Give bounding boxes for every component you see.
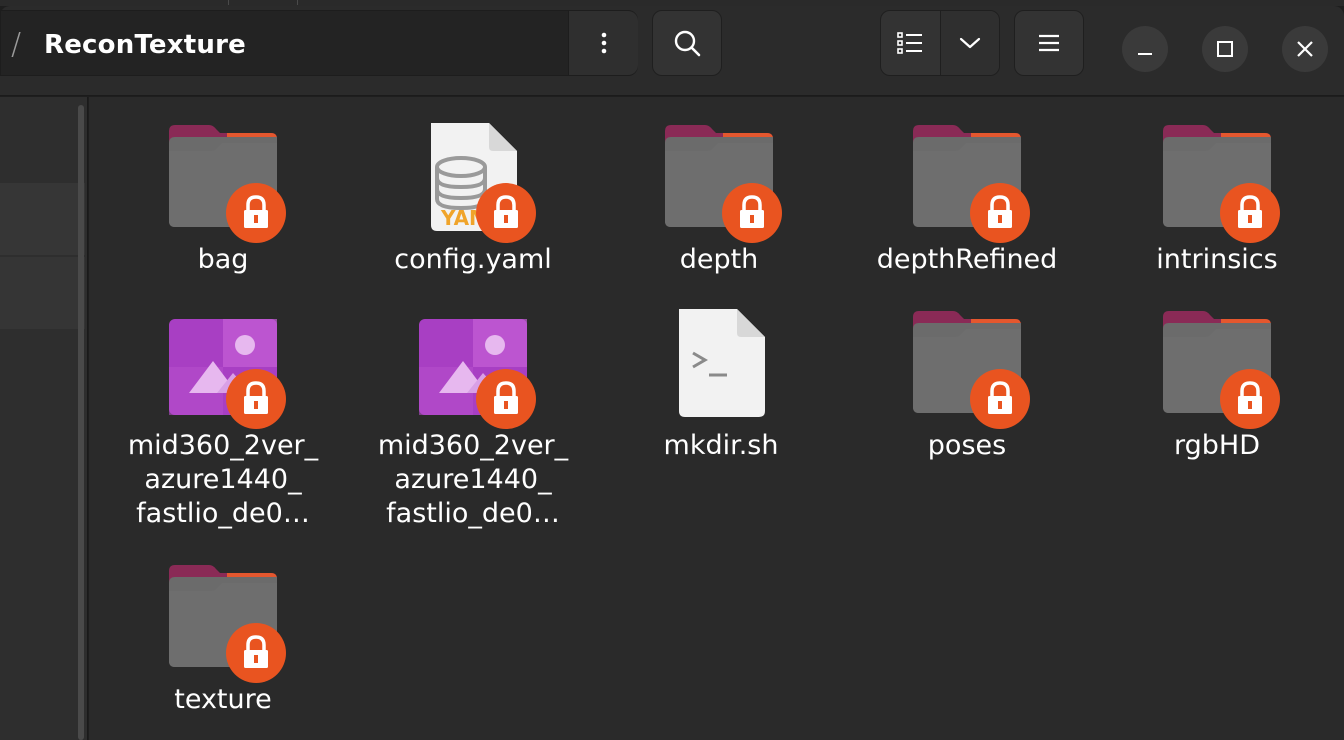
file-item-depth[interactable]: depth [609,121,829,277]
strip-divider [228,0,229,5]
lock-icon [1220,369,1280,429]
list-view-button[interactable] [881,11,940,75]
lock-icon [226,183,286,243]
file-name: intrinsics [1156,244,1278,275]
view-options-button[interactable] [939,11,999,75]
search-icon [674,30,701,57]
file-name: bag [197,244,249,275]
search-button[interactable] [652,10,722,76]
close-icon [1297,41,1313,57]
maximize-icon [1217,41,1233,57]
sidebar [0,97,88,740]
lock-icon [1220,183,1280,243]
list-view-icon [897,32,923,54]
file-item-texture[interactable]: texture [113,561,333,717]
chevron-down-icon [959,37,981,49]
file-name: rgbHD [1174,430,1260,461]
lock-icon [970,369,1030,429]
close-button[interactable] [1282,26,1328,72]
main-menu-button[interactable] [1014,10,1084,76]
file-name-line: mid360_2ver_ [377,430,569,461]
view-toggle-group [880,10,1000,76]
file-item-depthrefined[interactable]: depthRefined [857,121,1077,277]
file-name-line: fastlio_de0… [386,498,560,529]
file-name: mid360_2ver_ azure1440_ fastlio_de0… [113,429,333,531]
minimize-icon [1138,53,1152,55]
file-name-line: fastlio_de0… [136,498,310,529]
file-name: config.yaml [394,244,552,275]
path-menu-button[interactable] [568,11,638,75]
file-item-config-yaml[interactable]: YAML config.yaml [363,121,583,277]
script-file-icon [679,309,765,417]
file-grid: bag YAML config.yaml depth depthRefined … [89,97,1344,740]
file-name: mid360_2ver_ azure1440_ fastlio_de0… [363,429,583,531]
file-item-intrinsics[interactable]: intrinsics [1107,121,1327,277]
lock-icon [476,369,536,429]
file-item-rgbhd[interactable]: rgbHD [1107,307,1327,463]
file-name: texture [174,684,272,715]
file-name: depthRefined [876,244,1058,275]
file-name-line: azure1440_ [144,464,302,495]
file-item-bag[interactable]: bag [113,121,333,277]
file-name: depth [679,244,759,275]
lock-icon [226,623,286,683]
sidebar-item[interactable] [0,183,85,255]
sidebar-item[interactable] [0,257,85,329]
file-name-line: azure1440_ [394,464,552,495]
hamburger-menu-icon [1039,34,1059,52]
file-item-image-1[interactable]: mid360_2ver_ azure1440_ fastlio_de0… [113,307,333,531]
path-separator: / [11,27,22,62]
file-name-line: mid360_2ver_ [127,430,319,461]
file-item-mkdir-sh[interactable]: mkdir.sh [611,307,831,463]
maximize-button[interactable] [1202,26,1248,72]
path-bar[interactable]: / ReconTexture [0,10,638,76]
current-folder-label[interactable]: ReconTexture [44,30,246,60]
file-item-image-2[interactable]: mid360_2ver_ azure1440_ fastlio_de0… [363,307,583,531]
minimize-button[interactable] [1122,26,1168,72]
file-name: poses [927,430,1007,461]
lock-icon [476,183,536,243]
file-item-poses[interactable]: poses [857,307,1077,463]
sidebar-scrollbar[interactable] [78,105,84,740]
lock-icon [226,369,286,429]
lock-icon [722,183,782,243]
lock-icon [970,183,1030,243]
strip-divider [297,0,298,5]
file-name: mkdir.sh [663,430,779,461]
vertical-dots-icon [601,32,606,54]
